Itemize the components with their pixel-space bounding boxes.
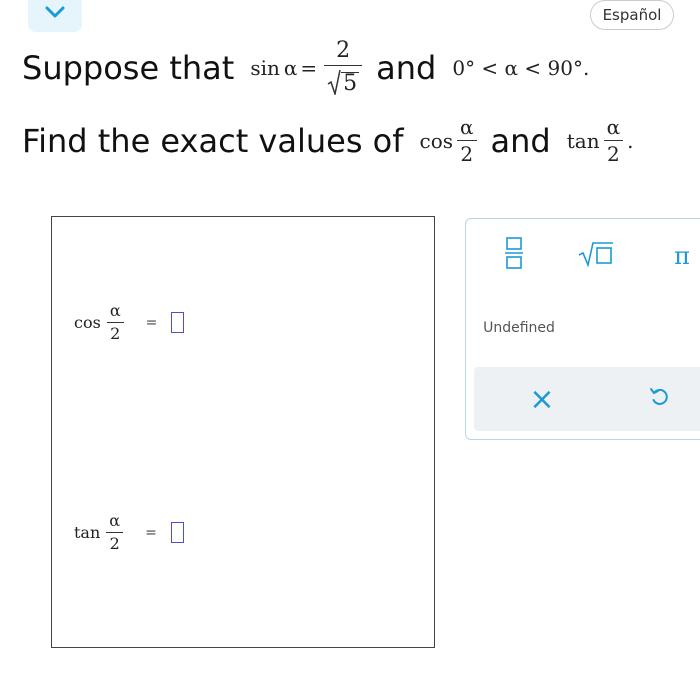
- and-text: and: [490, 121, 551, 160]
- tan-func: tan: [74, 523, 101, 542]
- language-button[interactable]: Español: [590, 0, 674, 30]
- equals-sign: =: [145, 314, 158, 331]
- tan-half-label: tan α 2: [74, 513, 127, 552]
- denominator: 2: [110, 324, 121, 343]
- half-alpha-fraction: α 2: [106, 301, 124, 343]
- find-text: Find the exact values of: [22, 121, 404, 160]
- half-alpha-fraction: α 2: [603, 115, 624, 166]
- alpha-symbol: α: [283, 55, 298, 80]
- tan-answer-input[interactable]: [170, 522, 184, 543]
- alpha-symbol: α: [109, 511, 121, 530]
- equals-sign: =: [145, 524, 157, 541]
- fraction-button[interactable]: [496, 235, 532, 275]
- undefined-label: Undefined: [483, 320, 555, 336]
- alpha-symbol: α: [460, 115, 474, 139]
- sin-equation: sin α = 2 5: [250, 40, 366, 95]
- sqrt-five: 5: [324, 66, 362, 95]
- tan-half-expression: tan α 2 .: [567, 117, 634, 164]
- cos-func: cos: [419, 128, 454, 153]
- sin-func: sin: [250, 55, 280, 80]
- undo-icon: [649, 386, 671, 412]
- pi-button[interactable]: π: [662, 239, 700, 273]
- cos-answer-row: cos α 2 =: [74, 303, 185, 342]
- sin-fraction: 2 5: [324, 38, 363, 95]
- collapse-button[interactable]: [28, 0, 82, 32]
- square-root-icon: [577, 241, 615, 271]
- math-palette: π Undefined ×: [465, 218, 700, 440]
- period: .: [627, 128, 634, 153]
- denominator: 2: [606, 142, 620, 166]
- undefined-button[interactable]: Undefined: [474, 315, 564, 341]
- undo-button[interactable]: [640, 381, 680, 417]
- question-line-1: Suppose that sin α = 2 5 and 0° < α < 90…: [22, 40, 589, 95]
- action-bar: ×: [474, 367, 700, 431]
- half-alpha-fraction: α 2: [106, 511, 124, 553]
- square-root-button[interactable]: [574, 239, 618, 273]
- clear-button[interactable]: ×: [522, 381, 562, 417]
- chevron-down-icon: [44, 4, 66, 23]
- alpha-symbol: α: [606, 115, 621, 139]
- cos-half-label: cos α 2: [74, 303, 128, 342]
- tan-func: tan: [566, 128, 600, 153]
- cos-half-expression: cos α 2: [420, 117, 481, 164]
- range-condition: 0° < α < 90°.: [452, 55, 590, 80]
- denominator: 2: [109, 534, 120, 553]
- alpha-symbol: α: [109, 301, 121, 320]
- cos-answer-input[interactable]: [171, 312, 185, 333]
- half-alpha-fraction: α 2: [457, 117, 477, 164]
- sin-numerator: 2: [336, 38, 351, 63]
- radicand: 5: [341, 71, 360, 96]
- fraction-icon: [504, 237, 524, 273]
- denominator: 2: [460, 142, 474, 166]
- equals-sign: =: [300, 55, 318, 80]
- question-line-2: Find the exact values of cos α 2 and tan…: [22, 117, 633, 164]
- cos-func: cos: [74, 313, 101, 332]
- question-intro-text: Suppose that: [22, 48, 235, 87]
- and-text: and: [376, 48, 437, 87]
- answer-area: cos α 2 = tan α 2 =: [51, 216, 435, 648]
- tan-answer-row: tan α 2 =: [74, 513, 184, 552]
